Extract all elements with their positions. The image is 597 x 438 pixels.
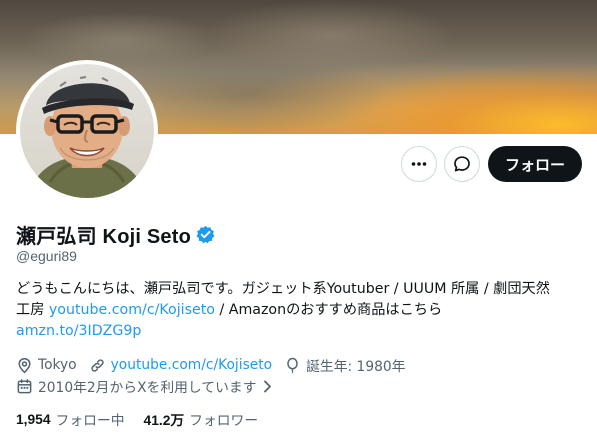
birthdate-item: 誕生年: 1980年 [284,355,405,375]
followers-label: フォロワー [189,413,259,429]
followers-stat[interactable]: 41.2万 フォロワー [144,409,259,429]
bio-amazon-link[interactable]: amzn.to/3IDZG9p [16,323,141,339]
display-name: 瀬戸弘司 Koji Seto [16,226,192,248]
website-item[interactable]: youtube.com/c/Kojiseto [89,357,272,374]
more-button[interactable] [401,146,437,182]
verified-badge-icon[interactable] [196,225,215,244]
link-icon [89,357,111,374]
bio-line-2: 工房 youtube.com/c/Kojiseto / Amazonのおすすめ商… [16,300,586,321]
message-bubble-icon [453,155,471,173]
following-stat[interactable]: 1,954 フォロー中 [16,409,125,430]
joined-row[interactable]: 2010年2月からXを利用しています [16,376,274,396]
profile-handle: @eguri89 [16,248,77,264]
more-horizontal-icon [410,155,428,173]
chevron-right-icon [261,379,274,394]
bio-line-3: amzn.to/3IDZG9p [16,321,586,342]
following-label: フォロー中 [55,413,125,429]
profile-bio: どうもこんにちは、瀬戸弘司です。ガジェット系Youtuber / UUUM 所属… [16,279,586,342]
bio-youtube-link[interactable]: youtube.com/c/Kojiseto [49,302,215,318]
calendar-icon [16,378,33,395]
location-text: Tokyo [38,357,77,373]
message-button[interactable] [444,146,480,182]
follow-stats: 1,954 フォロー中 41.2万 フォロワー [16,409,277,430]
follow-button[interactable]: フォロー [488,146,582,182]
followers-count: 41.2万 [143,413,185,428]
location-item: Tokyo [16,357,77,374]
bio-text: 工房 [16,302,49,318]
bio-text: / Amazonのおすすめ商品はこちら [214,302,443,318]
joined-text: 2010年2月からXを利用しています [38,380,257,396]
birthdate-text: 誕生年: 1980年 [306,359,406,375]
profile-meta: Tokyo youtube.com/c/Kojiseto 誕生年: 1980年 [16,355,405,375]
profile-name-row: 瀬戸弘司 Koji Seto [16,220,215,249]
website-link[interactable]: youtube.com/c/Kojiseto [111,357,272,373]
avatar[interactable] [20,64,154,198]
location-pin-icon [16,357,38,374]
following-count: 1,954 [16,411,51,427]
balloon-icon [284,357,306,374]
bio-line-1: どうもこんにちは、瀬戸弘司です。ガジェット系Youtuber / UUUM 所属… [16,281,550,297]
